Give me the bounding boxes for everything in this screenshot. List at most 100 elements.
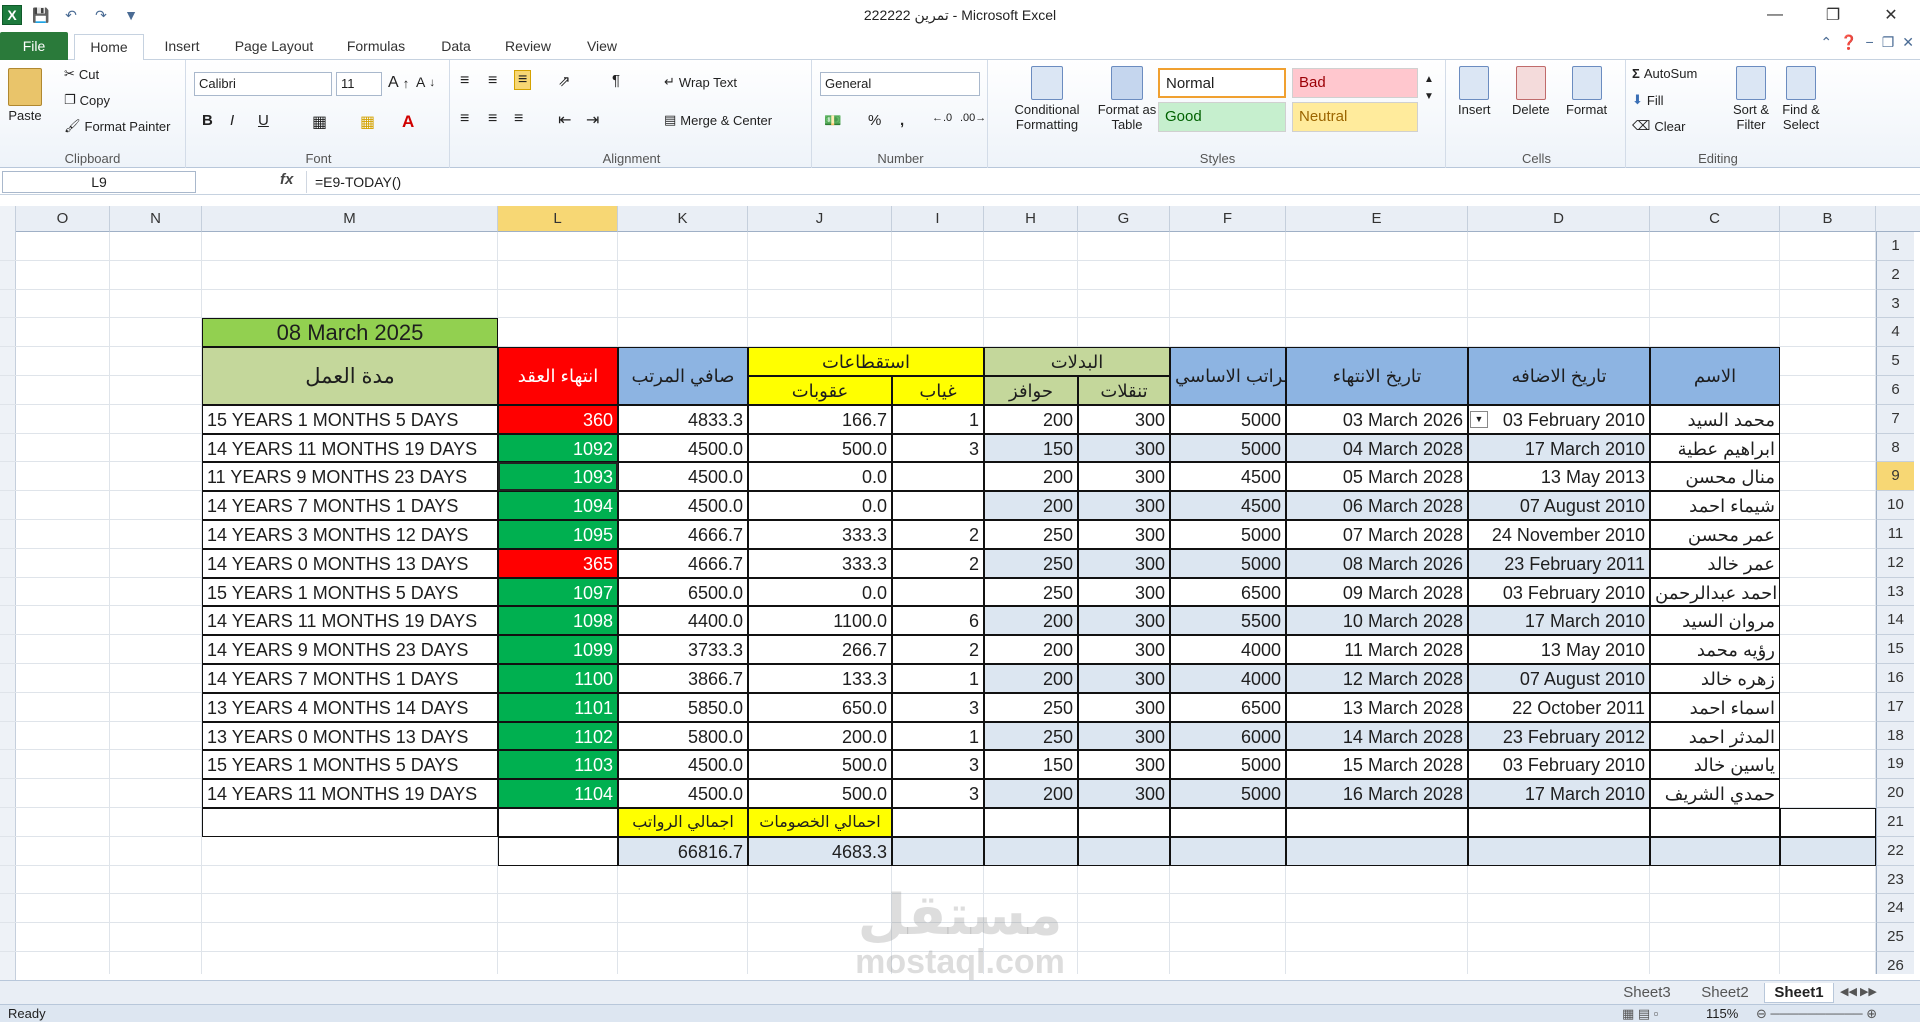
- borders-icon[interactable]: ▦: [312, 112, 327, 132]
- empty-total-cell[interactable]: [984, 808, 1078, 837]
- cell-added-date[interactable]: 17 March 2010: [1468, 433, 1650, 463]
- cell-added-date[interactable]: 03 February 2010: [1468, 404, 1650, 434]
- cell-penalties[interactable]: 0.0: [748, 577, 892, 607]
- styles-scroll-icon[interactable]: ▲ ▼: [1424, 74, 1434, 102]
- cell-basic-salary[interactable]: 5000: [1170, 404, 1286, 434]
- empty-total-cell[interactable]: [1468, 836, 1650, 866]
- cell-name[interactable]: المدثر احمد: [1650, 721, 1780, 751]
- cell-net-salary[interactable]: 5800.0: [618, 721, 748, 751]
- cell-work-duration[interactable]: 14 YEARS 0 MONTHS 13 DAYS: [202, 548, 498, 578]
- cell-transport[interactable]: 300: [1078, 664, 1170, 693]
- empty-total-cell[interactable]: [892, 808, 984, 837]
- cell-added-date[interactable]: 07 August 2010: [1468, 491, 1650, 520]
- cell-net-salary[interactable]: 5850.0: [618, 692, 748, 722]
- font-size-select[interactable]: 11: [336, 72, 382, 96]
- empty-total-cell[interactable]: [1078, 836, 1170, 866]
- cell-incentives[interactable]: 250: [984, 548, 1078, 578]
- restore-icon[interactable]: ❐: [1804, 0, 1862, 30]
- cell-basic-salary[interactable]: 6000: [1170, 721, 1286, 751]
- italic-button[interactable]: I: [230, 112, 234, 129]
- cell-name[interactable]: محمد السيد: [1650, 404, 1780, 434]
- cell-end-date[interactable]: 09 March 2028: [1286, 577, 1468, 607]
- row-header-22[interactable]: 22: [1876, 836, 1914, 866]
- total-salaries-value[interactable]: 66816.7: [618, 836, 748, 866]
- cell-basic-salary[interactable]: 6500: [1170, 577, 1286, 607]
- row-header-24[interactable]: 24: [1876, 894, 1914, 924]
- cell-added-date[interactable]: 24 November 2010: [1468, 520, 1650, 549]
- cell-name[interactable]: زهره خالد: [1650, 664, 1780, 693]
- cell-transport[interactable]: 300: [1078, 577, 1170, 607]
- cell-name[interactable]: حمدي الشريف: [1650, 779, 1780, 808]
- header-name[interactable]: الاسم: [1650, 347, 1780, 405]
- format-painter-button[interactable]: 🖌 Format Painter: [64, 118, 171, 134]
- cell-basic-salary[interactable]: 6500: [1170, 692, 1286, 722]
- empty-total-cell[interactable]: [892, 836, 984, 866]
- cell-contract-end[interactable]: 1102: [498, 721, 618, 751]
- cell-added-date[interactable]: 13 May 2013: [1468, 462, 1650, 492]
- cell-incentives[interactable]: 200: [984, 606, 1078, 636]
- column-header-m[interactable]: M: [202, 206, 498, 232]
- cell-contract-end[interactable]: 1093: [498, 462, 618, 492]
- row-header-17[interactable]: 17: [1876, 692, 1914, 722]
- cell-contract-end[interactable]: 1098: [498, 606, 618, 636]
- decrease-decimal-icon[interactable]: .00→: [960, 112, 986, 124]
- empty-total-cell[interactable]: [202, 808, 498, 837]
- paste-button[interactable]: Paste: [8, 68, 42, 123]
- find-select-button[interactable]: Find & Select: [1778, 66, 1824, 132]
- cell-absence[interactable]: [892, 462, 984, 492]
- cell-contract-end[interactable]: 1100: [498, 664, 618, 693]
- percent-button[interactable]: %: [868, 112, 881, 129]
- cell-absence[interactable]: 3: [892, 779, 984, 808]
- cell-penalties[interactable]: 0.0: [748, 462, 892, 492]
- cell-penalties[interactable]: 500.0: [748, 779, 892, 808]
- view-buttons-icon[interactable]: ▦ ▤ ▫: [1622, 1005, 1658, 1022]
- cell-end-date[interactable]: 05 March 2028: [1286, 462, 1468, 492]
- header-work-duration[interactable]: مدة العمل: [202, 347, 498, 405]
- style-neutral[interactable]: Neutral: [1292, 102, 1418, 132]
- cell-incentives[interactable]: 250: [984, 520, 1078, 549]
- cell-name[interactable]: عمر محسن: [1650, 520, 1780, 549]
- sort-filter-button[interactable]: Sort & Filter: [1726, 66, 1776, 132]
- row-header-5[interactable]: 5: [1876, 347, 1914, 376]
- row-header-9[interactable]: 9: [1876, 462, 1914, 492]
- header-allowances[interactable]: البدلات: [984, 347, 1170, 376]
- row-header-7[interactable]: 7: [1876, 404, 1914, 434]
- cell-transport[interactable]: 300: [1078, 404, 1170, 434]
- column-header-l[interactable]: L: [498, 206, 618, 232]
- merge-center-button[interactable]: ▤ Merge & Center: [664, 112, 772, 128]
- collapse-ribbon-icon[interactable]: ⌃: [1820, 34, 1832, 51]
- cell-end-date[interactable]: 16 March 2028: [1286, 779, 1468, 808]
- save-icon[interactable]: 💾: [30, 4, 52, 26]
- cell-absence[interactable]: 1: [892, 721, 984, 751]
- cell-work-duration[interactable]: 14 YEARS 11 MONTHS 19 DAYS: [202, 779, 498, 808]
- spreadsheet-grid[interactable]: O N M L K J I H G F E D C B 1 2 3 4 5 6 7 8 9 10 11 12 13 14 15 16 17 1…: [0, 206, 1920, 974]
- cell-work-duration[interactable]: 14 YEARS 7 MONTHS 1 DAYS: [202, 664, 498, 693]
- cell-penalties[interactable]: 200.0: [748, 721, 892, 751]
- format-cells-button[interactable]: Format: [1566, 66, 1607, 117]
- tab-review[interactable]: Review: [496, 34, 560, 60]
- row-header-6[interactable]: 6: [1876, 376, 1914, 405]
- name-box[interactable]: L9: [2, 171, 196, 193]
- empty-total-cell[interactable]: [1780, 836, 1876, 866]
- cell-penalties[interactable]: 1100.0: [748, 606, 892, 636]
- total-deductions-value[interactable]: 4683.3: [748, 836, 892, 866]
- cell-absence[interactable]: [892, 491, 984, 520]
- row-header-1[interactable]: 1: [1876, 232, 1914, 261]
- total-salaries-label[interactable]: اجمالي الرواتب: [618, 808, 748, 837]
- header-absence[interactable]: غياب: [892, 376, 984, 405]
- cell-contract-end[interactable]: 1104: [498, 779, 618, 808]
- empty-total-cell[interactable]: [1780, 808, 1876, 837]
- cell-absence[interactable]: 1: [892, 664, 984, 693]
- tab-home[interactable]: Home: [74, 34, 144, 61]
- select-all-corner[interactable]: [1876, 206, 1920, 232]
- empty-total-cell[interactable]: [1650, 836, 1780, 866]
- comma-button[interactable]: ,: [900, 112, 904, 129]
- cell-work-duration[interactable]: 13 YEARS 4 MONTHS 14 DAYS: [202, 692, 498, 722]
- cell-basic-salary[interactable]: 4500: [1170, 491, 1286, 520]
- cell-end-date[interactable]: 14 March 2028: [1286, 721, 1468, 751]
- mini-restore-icon[interactable]: ❐: [1882, 34, 1895, 51]
- header-transport[interactable]: تنقلات: [1078, 376, 1170, 405]
- cell-end-date[interactable]: 06 March 2028: [1286, 491, 1468, 520]
- style-bad[interactable]: Bad: [1292, 68, 1418, 98]
- cell-name[interactable]: ياسين خالد: [1650, 750, 1780, 780]
